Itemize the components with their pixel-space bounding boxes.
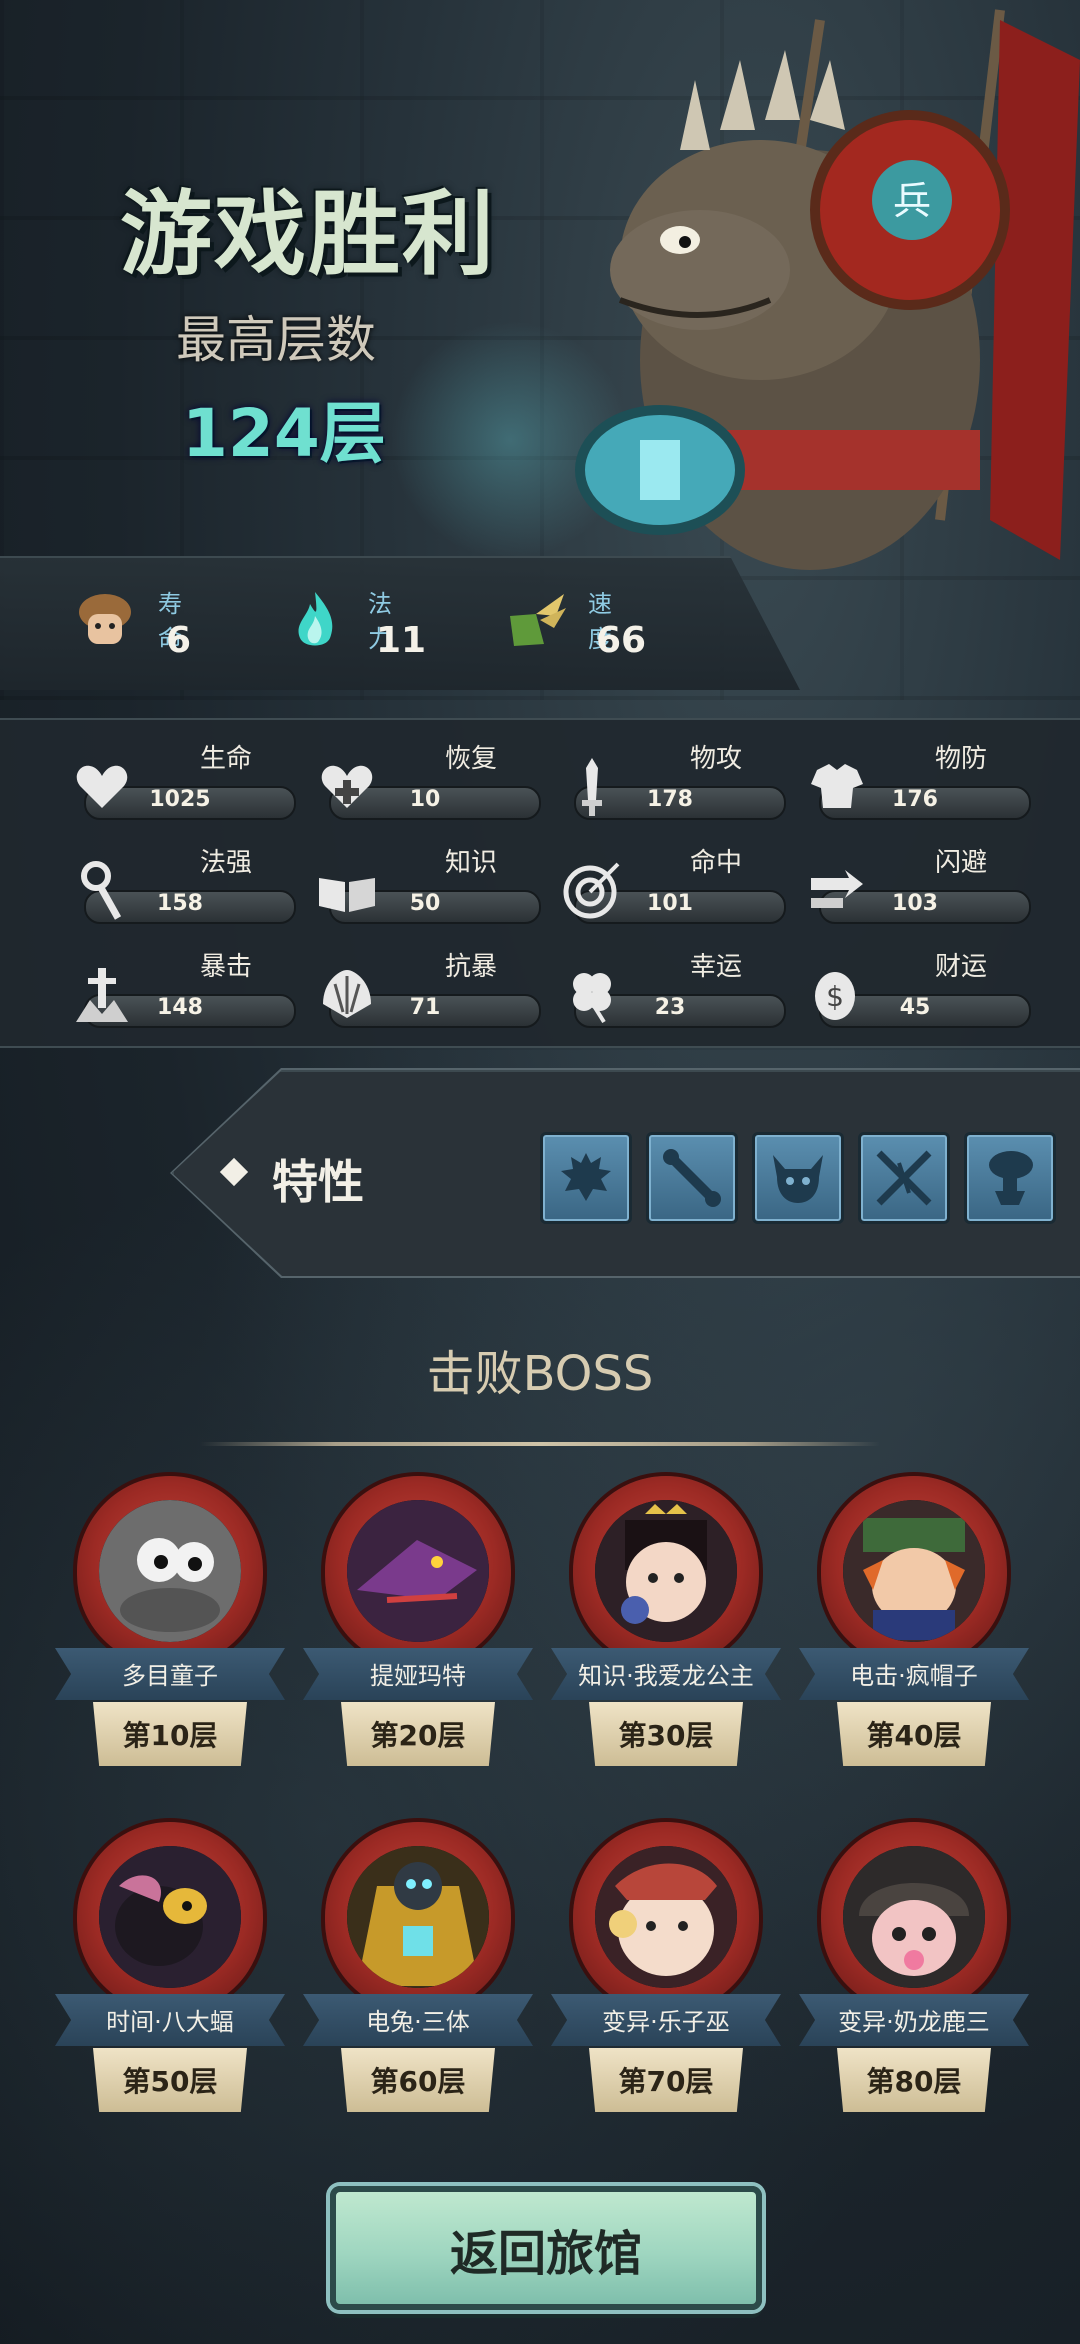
boss-name: 知识·我爱龙公主	[578, 1662, 754, 1690]
boss-card-5[interactable]: 时间·八大蝠 第50层	[55, 1822, 285, 2142]
attr-value: 45	[899, 995, 931, 1020]
boss-floor: 第20层	[370, 1719, 466, 1752]
attr-value: 1025	[149, 787, 211, 812]
attr-label: 物防	[934, 744, 987, 774]
speed-value: 66	[596, 620, 647, 661]
attr-value: 176	[892, 787, 938, 812]
boss-floor: 第70层	[618, 2065, 714, 2098]
spine-bone-icon	[663, 1149, 721, 1207]
boss-floor: 第40层	[866, 1719, 962, 1752]
boss-portrait	[99, 1500, 241, 1642]
boss-floor: 第10层	[122, 1719, 218, 1752]
horned-demon-icon	[773, 1155, 823, 1203]
attr-knowledge: 知识 50	[315, 842, 541, 928]
attr-label: 财运	[934, 952, 987, 982]
blue-flame-icon	[298, 592, 333, 646]
boss-card-8[interactable]: 变异·奶龙鹿三 第80层	[799, 1822, 1029, 2142]
attr-label: 暴击	[199, 952, 252, 982]
boss-floor: 第30层	[618, 1719, 714, 1752]
attr-wealth: $ 财运 45	[805, 946, 1031, 1032]
return-button-label: 返回旅馆	[449, 2226, 642, 2282]
attr-luck: 幸运 23	[560, 946, 786, 1032]
boss-floor: 第60层	[370, 2065, 466, 2098]
boss-card-2[interactable]: 提娅玛特 第20层	[303, 1476, 533, 1796]
section-divider	[200, 1442, 880, 1446]
attr-regen: 恢复 10	[315, 738, 541, 824]
final-boss-illustration: 兵	[575, 9, 1080, 570]
attr-label: 生命	[199, 744, 252, 774]
return-to-inn-button[interactable]: 返回旅馆	[330, 2186, 762, 2310]
spiky-creature-icon	[561, 1153, 611, 1201]
attr-value: 101	[647, 891, 693, 916]
attr-value: 158	[157, 891, 203, 916]
mana-value: 11	[376, 620, 427, 661]
attr-magic-power: 法强 158	[70, 842, 296, 928]
attr-critical: 暴击 148	[70, 946, 296, 1032]
boss-portrait	[347, 1846, 489, 1988]
attr-label: 知识	[444, 848, 497, 878]
svg-text:兵: 兵	[893, 179, 931, 223]
attr-label: 物攻	[689, 744, 742, 774]
crossed-blades-icon	[876, 1150, 932, 1206]
boss-name: 变异·奶龙鹿三	[838, 2008, 990, 2036]
attr-physical-attack: 物攻 178	[560, 738, 786, 824]
trait-slot-3[interactable]	[752, 1132, 844, 1224]
attr-label: 幸运	[689, 952, 742, 982]
boss-floor: 第50层	[122, 2065, 218, 2098]
best-floor-value: 124层	[182, 395, 386, 472]
boss-name: 电击·疯帽子	[850, 1662, 978, 1690]
boss-name: 提娅玛特	[370, 1662, 466, 1690]
trait-slot-1[interactable]	[540, 1132, 632, 1224]
boss-name: 多目童子	[122, 1662, 218, 1690]
attr-label: 命中	[689, 848, 742, 878]
attr-label: 抗暴	[444, 952, 497, 982]
attr-dodge: 闪避 103	[805, 842, 1031, 928]
boss-name: 电兔·三体	[366, 2008, 470, 2036]
attr-hp: 生命 1025	[70, 738, 296, 824]
trait-slot-2[interactable]	[646, 1132, 738, 1224]
attr-accuracy: 命中 101	[560, 842, 786, 928]
lifespan-value: 6	[166, 620, 192, 661]
trait-slot-4[interactable]	[858, 1132, 950, 1224]
boss-card-4[interactable]: 电击·疯帽子 第40层	[799, 1476, 1029, 1796]
defeated-boss-title: 击败BOSS	[426, 1346, 654, 1402]
attr-label: 恢复	[444, 744, 497, 774]
boss-portrait	[595, 1846, 737, 1988]
boss-portrait	[595, 1500, 737, 1642]
attr-physical-defense: 物防 176	[805, 738, 1031, 824]
victory-title: 游戏胜利	[120, 181, 497, 288]
attr-value: 23	[654, 995, 686, 1020]
boss-card-1[interactable]: 多目童子 第10层	[55, 1476, 285, 1796]
boss-card-3[interactable]: 知识·我爱龙公主 第30层	[551, 1476, 781, 1796]
boss-portrait	[347, 1500, 489, 1642]
attr-label: 闪避	[934, 848, 987, 878]
boss-floor: 第80层	[866, 2065, 962, 2098]
attr-value: 50	[409, 891, 441, 916]
trait-slot-5[interactable]	[964, 1132, 1056, 1224]
boss-portrait	[99, 1846, 241, 1988]
attr-crit-resist: 抗暴 71	[315, 946, 541, 1032]
traits-label: 特性	[272, 1155, 364, 1209]
mushroom-creature-icon	[79, 594, 131, 644]
attr-value: 10	[409, 787, 441, 812]
boss-card-7[interactable]: 变异·乐子巫 第70层	[551, 1822, 781, 2142]
boss-name: 变异·乐子巫	[602, 2008, 730, 2036]
best-floor-label: 最高层数	[176, 311, 376, 369]
boss-card-6[interactable]: 电兔·三体 第60层	[303, 1822, 533, 2142]
winged-boot-icon	[510, 594, 566, 646]
attr-value: 178	[647, 787, 693, 812]
attr-value: 148	[157, 995, 203, 1020]
mushroom-figure-icon	[989, 1151, 1033, 1205]
boss-portrait	[843, 1846, 985, 1988]
attr-value: 103	[892, 891, 938, 916]
boss-name: 时间·八大蝠	[106, 2008, 234, 2036]
attr-label: 法强	[199, 848, 252, 878]
attr-value: 71	[409, 995, 441, 1020]
boss-portrait	[843, 1500, 985, 1642]
